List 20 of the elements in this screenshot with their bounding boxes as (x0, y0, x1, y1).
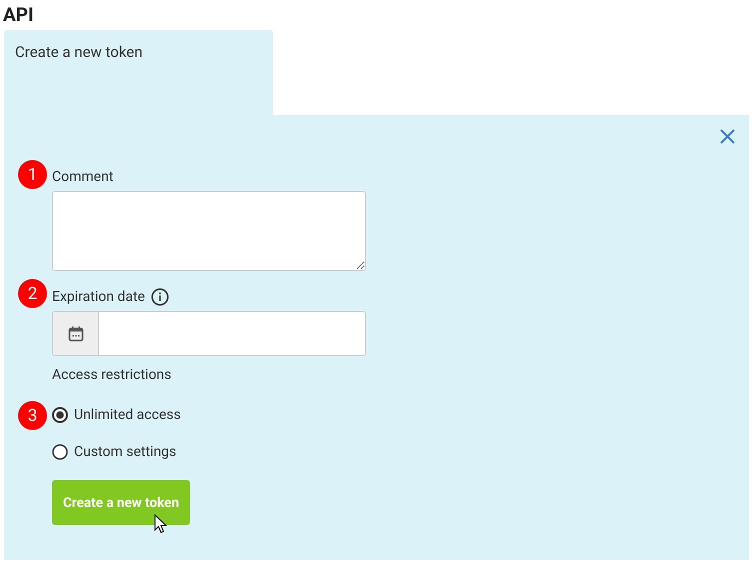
section-label: Access restrictions (52, 367, 172, 383)
radio-option[interactable]: Unlimited access (52, 407, 181, 423)
info-icon[interactable] (150, 288, 169, 306)
date-field[interactable] (52, 311, 366, 356)
page-heading: API (2, 2, 35, 28)
cursor-icon (154, 514, 167, 534)
calendar-icon[interactable] (68, 326, 84, 342)
tab[interactable]: Create a new token (4, 30, 273, 115)
step-badge: 3 (18, 401, 47, 430)
step-badge: 1 (18, 160, 47, 189)
close-icon[interactable] (720, 129, 735, 144)
radio-button[interactable] (52, 444, 68, 460)
radio-option[interactable]: Custom settings (52, 444, 176, 460)
field-label: Expiration date (52, 289, 145, 305)
option-label: Unlimited access (74, 407, 181, 423)
step-badge: 2 (18, 279, 47, 308)
radio-button[interactable] (52, 407, 68, 423)
option-label: Custom settings (74, 444, 176, 460)
comment-field[interactable] (52, 191, 366, 271)
field-label: Comment (52, 169, 114, 185)
